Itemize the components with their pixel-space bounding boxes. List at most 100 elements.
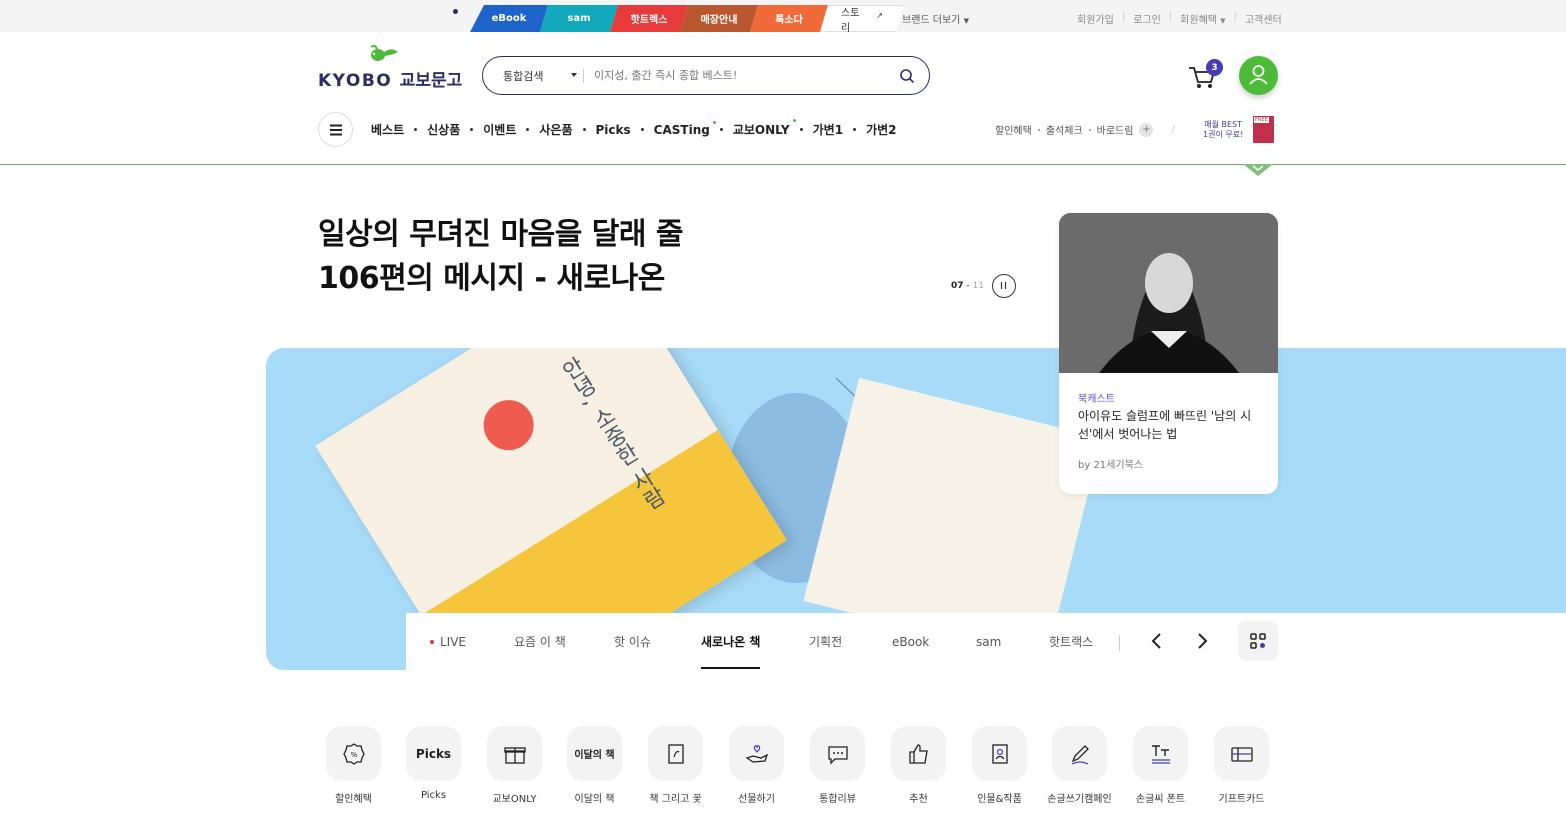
kyobo-logo[interactable]: KYOBO 교보문고 [318,44,462,91]
attendance-link[interactable]: 출석체크 [1046,122,1083,137]
plus-icon[interactable]: + [1139,122,1154,137]
tab-ebook[interactable]: eBook [470,5,548,32]
menu-button[interactable] [318,112,353,147]
quick-icon-box [972,726,1027,781]
separator: | [1233,11,1237,22]
tab-story[interactable]: 스토리 ↗ [820,5,904,32]
top-links: 회원가입 | 로그인 | 회원혜택 ▼ | 고객센터 [1077,11,1282,26]
quick-book-of-month[interactable]: 이달의 책 이달의 책 [567,726,622,805]
logo-en: KYOBO [318,71,393,91]
chevron-down-icon[interactable] [1243,164,1273,176]
category-tab-bar: LIVE 요즘 이 책 핫 이슈 새로나온 책 기획전 eBook sam 핫트… [406,613,1566,670]
quick-icon-box [487,726,542,781]
quick-icon-box [648,726,703,781]
slide-current: 07 [951,281,964,291]
nav-casting-label: CASTing [653,122,710,137]
login-link[interactable]: 로그인 [1133,11,1161,26]
external-link-icon: ↗ [876,11,883,20]
person-card-icon [991,743,1008,764]
tab-new-books[interactable]: 새로나온 책 [701,613,761,670]
quick-discount[interactable]: % 할인혜택 [326,726,381,805]
quick-handwriting-campaign[interactable]: 손글쓰기캠페인 [1047,726,1112,805]
tab-sam[interactable]: sam [540,5,618,32]
cart-count-badge: 3 [1206,59,1223,76]
nav-dot [799,128,803,131]
quick-handwriting-font[interactable]: 손글씨 폰트 [1133,726,1188,805]
quick-people-works[interactable]: 인물&작품 [972,726,1027,805]
quick-reviews[interactable]: 통합리뷰 [810,726,865,805]
tab-hottracks[interactable]: 핫트렉스 [610,5,688,32]
tab-live[interactable]: LIVE [430,613,466,670]
search-bar: 통합검색 [482,56,930,95]
search-input[interactable] [584,69,899,82]
tab-special[interactable]: 기획전 [809,613,842,670]
nav-casting[interactable]: CASTing [653,120,716,137]
logo-ko: 교보문고 [399,71,463,91]
chevron-right-icon[interactable] [1192,631,1212,651]
heart-hand-icon [745,744,768,763]
caret-down-icon: ▼ [1220,17,1226,25]
member-benefits-link[interactable]: 회원혜택 ▼ [1180,11,1225,26]
tab-store-info[interactable]: 매장안내 [680,5,758,32]
quick-icon-box [891,726,946,781]
hero-title-line1: 일상의 무뎌진 마음을 달래 줄 [318,217,683,252]
nav-dot [719,128,723,131]
tab-sam-category[interactable]: sam [976,613,1001,670]
quick-picks[interactable]: Picks Picks [406,726,461,801]
quick-send-gift[interactable]: 선물하기 [729,726,784,805]
nav-picks[interactable]: Picks [596,123,631,137]
quick-kyobo-only[interactable]: 교보ONLY [487,726,542,805]
quick-icon-box: % [326,726,381,781]
logo-text: KYOBO 교보문고 [318,66,462,91]
grid-icon [1250,633,1266,649]
quick-icon-box [729,726,784,781]
bookcast-author: by 21세기북스 [1078,460,1143,471]
nav-best[interactable]: 베스트 [371,121,404,138]
search-icon[interactable] [899,68,915,84]
quick-icon-box: Picks [406,726,461,781]
nav-dot [526,128,530,131]
tab-hot-issue[interactable]: 핫 이슈 [614,613,651,670]
nav-variable-2[interactable]: 가변2 [866,121,896,138]
free-book-thumbnail[interactable]: FREE [1253,116,1274,143]
user-icon [1249,65,1268,85]
nav-gift[interactable]: 사은품 [539,121,572,138]
brand-more-link[interactable]: 브랜드 더보기 ▼ [902,11,969,26]
discount-badge-icon: % [342,742,365,765]
member-benefits-label: 회원혜택 [1180,15,1217,26]
my-account-button[interactable] [1239,56,1278,95]
nav-event[interactable]: 이벤트 [483,121,516,138]
monthly-free-banner[interactable]: 매월 BEST 1권이 무료! [1203,120,1243,140]
book-cover-title: 안녕, 소중한 사람 [554,353,669,516]
pause-button[interactable] [992,274,1016,298]
tab-ebook-category[interactable]: eBook [892,613,929,670]
tab-toksoda[interactable]: 톡소다 [750,5,828,32]
separator: | [1121,11,1126,22]
tab-trending-books[interactable]: 요즘 이 책 [514,613,566,670]
chevron-left-icon[interactable] [1147,631,1167,651]
nav-variable-1[interactable]: 가변1 [813,121,843,138]
book-flower-icon [667,743,684,764]
tab-hottracks-category[interactable]: 핫트랙스 [1049,613,1093,670]
quick-gift-card[interactable]: 기프트카드 [1214,726,1269,805]
book-of-month-icon: 이달의 책 [574,750,615,761]
quick-icon-box [1133,726,1188,781]
baro-pickup-link[interactable]: 바로드림 [1097,122,1134,137]
gift-card-icon [1230,746,1253,762]
customer-center-link[interactable]: 고객센터 [1245,11,1282,26]
signup-link[interactable]: 회원가입 [1077,11,1114,26]
nav-new[interactable]: 신상품 [427,121,460,138]
quick-icon-box [1214,726,1269,781]
main-nav: 베스트 신상품 이벤트 사은품 Picks CASTing 교보ONLY 가변1… [371,119,897,138]
quick-recommend[interactable]: 추천 [891,726,946,805]
nav-kyobo-only[interactable]: 교보ONLY [733,119,796,138]
bookcast-category: 북캐스트 [1078,394,1115,405]
view-all-button[interactable] [1238,621,1278,661]
discount-link[interactable]: 할인혜택 [995,122,1032,137]
live-dot [430,639,434,644]
nav-dot [1037,128,1040,131]
bookcast-card[interactable]: 북캐스트 아이유도 슬럼프에 빠뜨린 '남의 시선'에서 벗어나는 법 by 2… [1059,213,1278,494]
quick-book-and-flower[interactable]: 책 그리고 꽃 [648,726,703,805]
search-scope-select[interactable]: 통합검색 [483,68,583,84]
tulip-flower-shape [474,390,544,460]
